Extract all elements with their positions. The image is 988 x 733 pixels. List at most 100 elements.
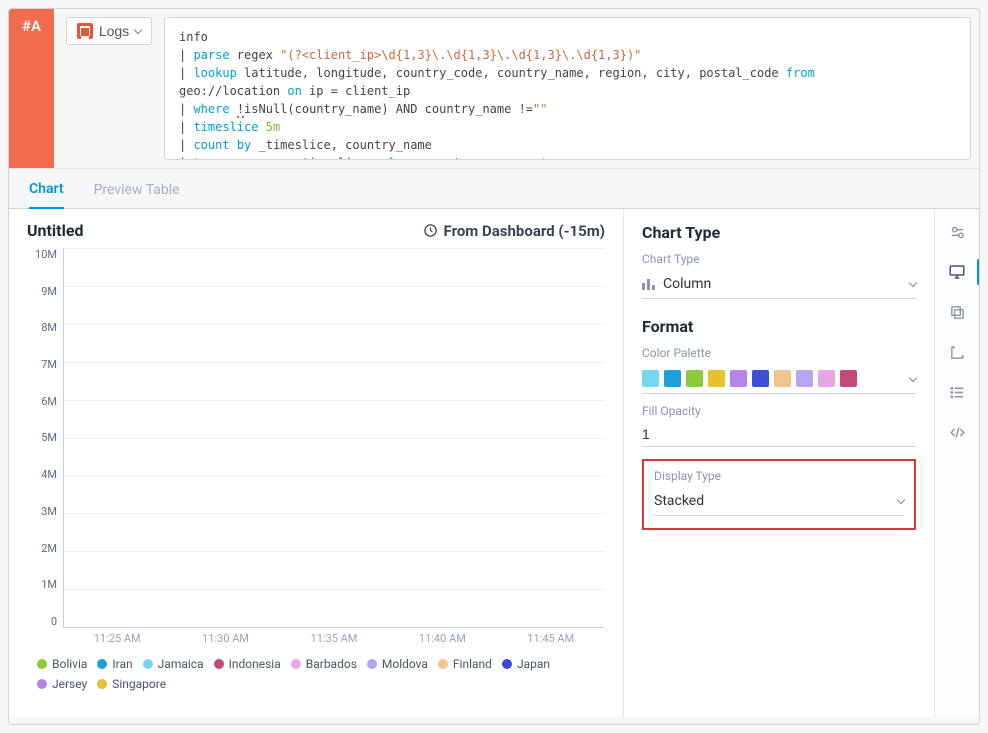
chevron-down-icon: [909, 279, 917, 287]
palette-color: [686, 370, 703, 387]
chevron-down-icon: [897, 496, 905, 504]
chevron-down-icon: [134, 26, 142, 34]
palette-color: [708, 370, 725, 387]
x-tick: 11:30 AM: [171, 632, 279, 645]
legend-item[interactable]: Finland: [438, 657, 492, 671]
side-panel: Chart Type Chart Type Column Format Colo…: [624, 209, 934, 717]
format-heading: Format: [642, 317, 916, 336]
legend-label: Singapore: [112, 677, 166, 691]
palette-color: [664, 370, 681, 387]
app-frame: #A Logs info | parse regex "(?<client_ip…: [8, 8, 980, 725]
tabs-row: Chart Preview Table: [9, 169, 979, 209]
x-tick: 11:35 AM: [280, 632, 388, 645]
x-axis: 11:25 AM11:30 AM11:35 AM11:40 AM11:45 AM: [63, 632, 605, 645]
legend-swatch: [37, 659, 47, 669]
y-axis: 10M 9M 8M 7M 6M 5M 4M 3M 2M 1M 0: [27, 248, 63, 628]
code-icon[interactable]: [948, 423, 966, 441]
content: Untitled From Dashboard (-15m) 10M 9M 8M 7M…: [9, 209, 979, 717]
legend-swatch: [37, 679, 47, 689]
y-tick: 2M: [41, 542, 57, 555]
right-rail: [934, 209, 979, 717]
legend-item[interactable]: Jamaica: [143, 657, 204, 671]
legend-item[interactable]: Singapore: [97, 677, 166, 691]
chart-title: Untitled: [27, 221, 83, 240]
legend-label: Indonesia: [229, 657, 281, 671]
chart-type-select[interactable]: Column: [642, 270, 916, 299]
legend-item[interactable]: Bolivia: [37, 657, 87, 671]
source-cell: Logs: [54, 9, 164, 168]
y-tick: 8M: [41, 321, 57, 334]
x-tick: 11:25 AM: [63, 632, 171, 645]
source-dropdown[interactable]: Logs: [66, 17, 152, 45]
list-icon[interactable]: [948, 383, 966, 401]
legend-item[interactable]: Jersey: [37, 677, 87, 691]
legend-swatch: [214, 659, 224, 669]
chevron-down-icon: [909, 373, 917, 381]
legend: Bolivia Iran Jamaica Indonesia Barbados Moldo…: [37, 657, 605, 691]
display-type-highlight: Display Type Stacked: [642, 459, 916, 530]
y-tick: 10M: [35, 248, 57, 261]
chart-body: 10M 9M 8M 7M 6M 5M 4M 3M 2M 1M 0: [27, 248, 605, 628]
color-palette-select[interactable]: [642, 364, 916, 394]
palette-color: [818, 370, 835, 387]
tab-chart[interactable]: Chart: [29, 171, 64, 209]
palette-color: [774, 370, 791, 387]
chart-timerange[interactable]: From Dashboard (-15m): [423, 222, 605, 240]
legend-label: Jamaica: [158, 657, 204, 671]
legend-label: Bolivia: [52, 657, 87, 671]
y-tick: 4M: [41, 468, 57, 481]
column-chart-icon: [642, 279, 655, 290]
y-tick: 3M: [41, 505, 57, 518]
palette-color: [752, 370, 769, 387]
legend-item[interactable]: Japan: [502, 657, 550, 671]
palette-color: [730, 370, 747, 387]
legend-swatch: [438, 659, 448, 669]
palette-swatches: [642, 370, 857, 387]
color-palette-label: Color Palette: [642, 346, 916, 360]
query-badge: #A: [9, 9, 54, 168]
chart-type-value: Column: [663, 276, 711, 292]
clock-icon: [423, 223, 438, 238]
display-type-label: Display Type: [654, 469, 904, 483]
settings-icon[interactable]: [948, 223, 966, 241]
query-editor[interactable]: info | parse regex "(?<client_ip>\d{1,3}…: [164, 17, 971, 160]
legend-label: Iran: [112, 657, 132, 671]
chart-header: Untitled From Dashboard (-15m): [27, 219, 605, 248]
legend-item[interactable]: Moldova: [367, 657, 428, 671]
legend-swatch: [291, 659, 301, 669]
legend-label: Moldova: [382, 657, 428, 671]
plot-area: [63, 248, 605, 628]
display-type-select[interactable]: Stacked: [654, 487, 904, 516]
logs-icon: [77, 23, 93, 39]
palette-color: [796, 370, 813, 387]
y-tick: 6M: [41, 395, 57, 408]
y-tick: 0: [51, 615, 57, 628]
chart-area: Untitled From Dashboard (-15m) 10M 9M 8M 7M…: [9, 209, 624, 717]
axes-icon[interactable]: [948, 343, 966, 361]
y-tick: 9M: [41, 285, 57, 298]
legend-item[interactable]: Iran: [97, 657, 132, 671]
legend-swatch: [367, 659, 377, 669]
x-tick: 11:40 AM: [388, 632, 496, 645]
palette-color: [642, 370, 659, 387]
chart-timerange-label: From Dashboard (-15m): [444, 222, 605, 240]
legend-item[interactable]: Barbados: [291, 657, 357, 671]
legend-label: Jersey: [52, 677, 87, 691]
display-type-value: Stacked: [654, 493, 704, 509]
y-tick: 5M: [41, 431, 57, 444]
tab-preview-table[interactable]: Preview Table: [94, 172, 180, 208]
y-tick: 7M: [41, 358, 57, 371]
legend-swatch: [97, 679, 107, 689]
fill-opacity-input[interactable]: [642, 422, 916, 447]
legend-item[interactable]: Indonesia: [214, 657, 281, 671]
copy-icon[interactable]: [948, 303, 966, 321]
y-tick: 1M: [41, 578, 57, 591]
chart-type-heading: Chart Type: [642, 223, 916, 242]
legend-label: Barbados: [306, 657, 357, 671]
chart-type-label: Chart Type: [642, 252, 916, 266]
fill-opacity-label: Fill Opacity: [642, 404, 916, 418]
source-label: Logs: [99, 23, 129, 39]
display-icon[interactable]: [948, 263, 966, 281]
legend-label: Japan: [517, 657, 550, 671]
x-tick: 11:45 AM: [497, 632, 605, 645]
